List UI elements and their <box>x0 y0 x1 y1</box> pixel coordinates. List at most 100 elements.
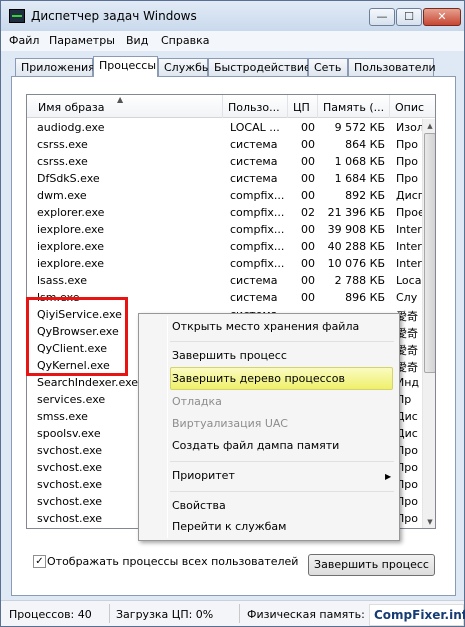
process-name-cell: dwm.exe <box>37 189 87 202</box>
process-desc-cell: Loca <box>396 274 422 287</box>
process-desc-cell: 愛奇 <box>396 327 418 340</box>
process-name-cell: audiodg.exe <box>37 121 105 134</box>
process-desc-cell: 愛奇 <box>396 344 418 357</box>
context-menu: Открыть место хранения файла Завершить п… <box>138 313 400 541</box>
show-all-users-label[interactable]: Отображать процессы всех пользователей <box>47 555 298 568</box>
process-desc-cell: Inter <box>396 240 422 253</box>
process-cpu-cell: 00 <box>301 240 315 253</box>
context-menu-gutter <box>167 316 168 538</box>
close-button[interactable]: ✕ <box>423 8 461 26</box>
process-mem-cell: 40 288 КБ <box>327 240 385 253</box>
process-row[interactable]: iexplore.exe compfix... 00 40 288 КБ Inter <box>27 238 422 255</box>
process-mem-cell: 1 068 КБ <box>334 155 385 168</box>
window-title: Диспетчер задач Windows <box>31 9 197 23</box>
end-process-button[interactable]: Завершить процесс <box>308 554 435 576</box>
ctx-end-process-tree[interactable]: Завершить дерево процессов <box>172 369 345 389</box>
process-row[interactable]: iexplore.exe compfix... 00 39 908 КБ Inter <box>27 221 422 238</box>
process-desc-cell: Про <box>396 495 418 508</box>
show-all-users-checkbox[interactable]: ✓ <box>33 555 46 568</box>
process-row[interactable]: DfSdkS.exe система 00 1 684 КБ Про <box>27 170 422 187</box>
process-desc-cell: 愛奇 <box>396 361 418 374</box>
scroll-down-icon[interactable]: ▼ <box>423 515 435 528</box>
tab-services[interactable]: Службы <box>158 58 211 76</box>
vertical-scrollbar[interactable]: ▲ ▼ <box>422 119 435 528</box>
column-cpu[interactable]: ЦП <box>288 95 318 118</box>
column-description[interactable]: Опис <box>390 95 435 118</box>
process-desc-cell: Пр <box>396 393 412 406</box>
process-name-cell: explorer.exe <box>37 206 105 219</box>
column-memory[interactable]: Память (... <box>318 95 390 118</box>
process-row[interactable]: csrss.exe система 00 864 КБ Про <box>27 136 422 153</box>
menu-file[interactable]: Файл <box>9 34 39 47</box>
process-name-cell: lsass.exe <box>37 274 87 287</box>
ctx-open-file-location[interactable]: Открыть место хранения файла <box>172 317 359 337</box>
process-desc-cell: Прое <box>396 206 424 219</box>
status-process-count: Процессов: 40 <box>9 608 92 621</box>
process-row[interactable]: dwm.exe compfix... 00 892 КБ Дисп <box>27 187 424 204</box>
process-row[interactable]: lsm.exe система 00 896 КБ Слу <box>27 289 422 306</box>
tab-applications[interactable]: Приложения <box>15 58 95 76</box>
minimize-button[interactable]: — <box>369 8 395 26</box>
process-name-cell: DfSdkS.exe <box>37 172 100 185</box>
scroll-up-icon[interactable]: ▲ <box>423 119 435 133</box>
column-user[interactable]: Пользо... <box>223 95 288 118</box>
process-mem-cell: 2 788 КБ <box>334 274 385 287</box>
submenu-arrow-icon: ▶ <box>385 472 392 481</box>
column-image-name[interactable]: Имя образа <box>27 95 223 118</box>
ctx-separator <box>170 341 394 342</box>
process-user-cell: система <box>230 155 278 168</box>
process-row[interactable]: lsass.exe система 00 2 788 КБ Loca <box>27 272 422 289</box>
process-desc-cell: Слу <box>396 291 418 304</box>
scroll-thumb[interactable] <box>424 133 435 373</box>
process-row[interactable]: csrss.exe система 00 1 068 КБ Про <box>27 153 422 170</box>
process-desc-cell: 愛奇 <box>396 310 418 323</box>
status-cpu-usage: Загрузка ЦП: 0% <box>116 608 214 621</box>
process-desc-cell: Про <box>396 444 418 457</box>
process-desc-cell: Про <box>396 461 418 474</box>
maximize-button[interactable]: ☐ <box>396 8 422 26</box>
process-mem-cell: 9 572 КБ <box>334 121 385 134</box>
ctx-create-dump[interactable]: Создать файл дампа памяти <box>172 436 339 456</box>
ctx-properties[interactable]: Свойства <box>172 496 226 516</box>
menu-help[interactable]: Справка <box>161 34 209 47</box>
process-user-cell: LOCAL ... <box>230 121 280 134</box>
process-row[interactable]: explorer.exe compfix... 02 21 396 КБ Прое <box>27 204 424 221</box>
process-cpu-cell: 00 <box>301 121 315 134</box>
ctx-priority[interactable]: Приоритет <box>172 466 235 486</box>
menu-view[interactable]: Вид <box>126 34 148 47</box>
process-desc-cell: Дис <box>396 410 418 423</box>
ctx-go-to-services[interactable]: Перейти к службам <box>172 517 286 537</box>
process-desc-cell: Про <box>396 155 418 168</box>
process-user-cell: compfix... <box>230 223 285 236</box>
process-user-cell: система <box>230 138 278 151</box>
compfixer-watermark: CompFixer.info <box>369 604 465 626</box>
process-mem-cell: 892 КБ <box>345 189 385 202</box>
process-desc-cell: Дисп <box>396 189 424 202</box>
status-divider <box>109 604 110 623</box>
menu-bar: Файл Параметры Вид Справка <box>1 31 464 51</box>
tab-processes[interactable]: Процессы <box>93 56 158 77</box>
tab-performance[interactable]: Быстродействие <box>208 58 311 76</box>
process-row[interactable]: iexplore.exe compfix... 00 10 076 КБ Inter <box>27 255 422 272</box>
task-manager-window: Диспетчер задач Windows — ☐ ✕ Файл Парам… <box>0 0 465 627</box>
process-user-cell: система <box>230 274 278 287</box>
tab-strip: Приложения Процессы Службы Быстродействи… <box>11 56 456 77</box>
title-bar[interactable]: Диспетчер задач Windows — ☐ ✕ <box>1 1 464 31</box>
menu-options[interactable]: Параметры <box>49 34 115 47</box>
process-desc-cell: Изол <box>396 121 424 134</box>
process-row[interactable]: audiodg.exe LOCAL ... 00 9 572 КБ Изол <box>27 119 424 136</box>
ctx-separator <box>170 491 394 492</box>
process-mem-cell: 896 КБ <box>345 291 385 304</box>
task-manager-app-icon <box>9 9 25 23</box>
process-list-header: ▲ Имя образа Пользо... ЦП Память (... Оп… <box>27 95 435 118</box>
process-cpu-cell: 00 <box>301 223 315 236</box>
tab-users[interactable]: Пользователи <box>348 58 436 76</box>
process-cpu-cell: 02 <box>301 206 315 219</box>
process-desc-cell: Дис <box>396 427 418 440</box>
ctx-separator <box>170 461 394 462</box>
process-name-cell: lsm.exe <box>37 291 80 304</box>
tab-network[interactable]: Сеть <box>308 58 348 76</box>
ctx-end-process[interactable]: Завершить процесс <box>172 346 287 366</box>
process-user-cell: compfix... <box>230 257 285 270</box>
process-name-cell: iexplore.exe <box>37 240 104 253</box>
